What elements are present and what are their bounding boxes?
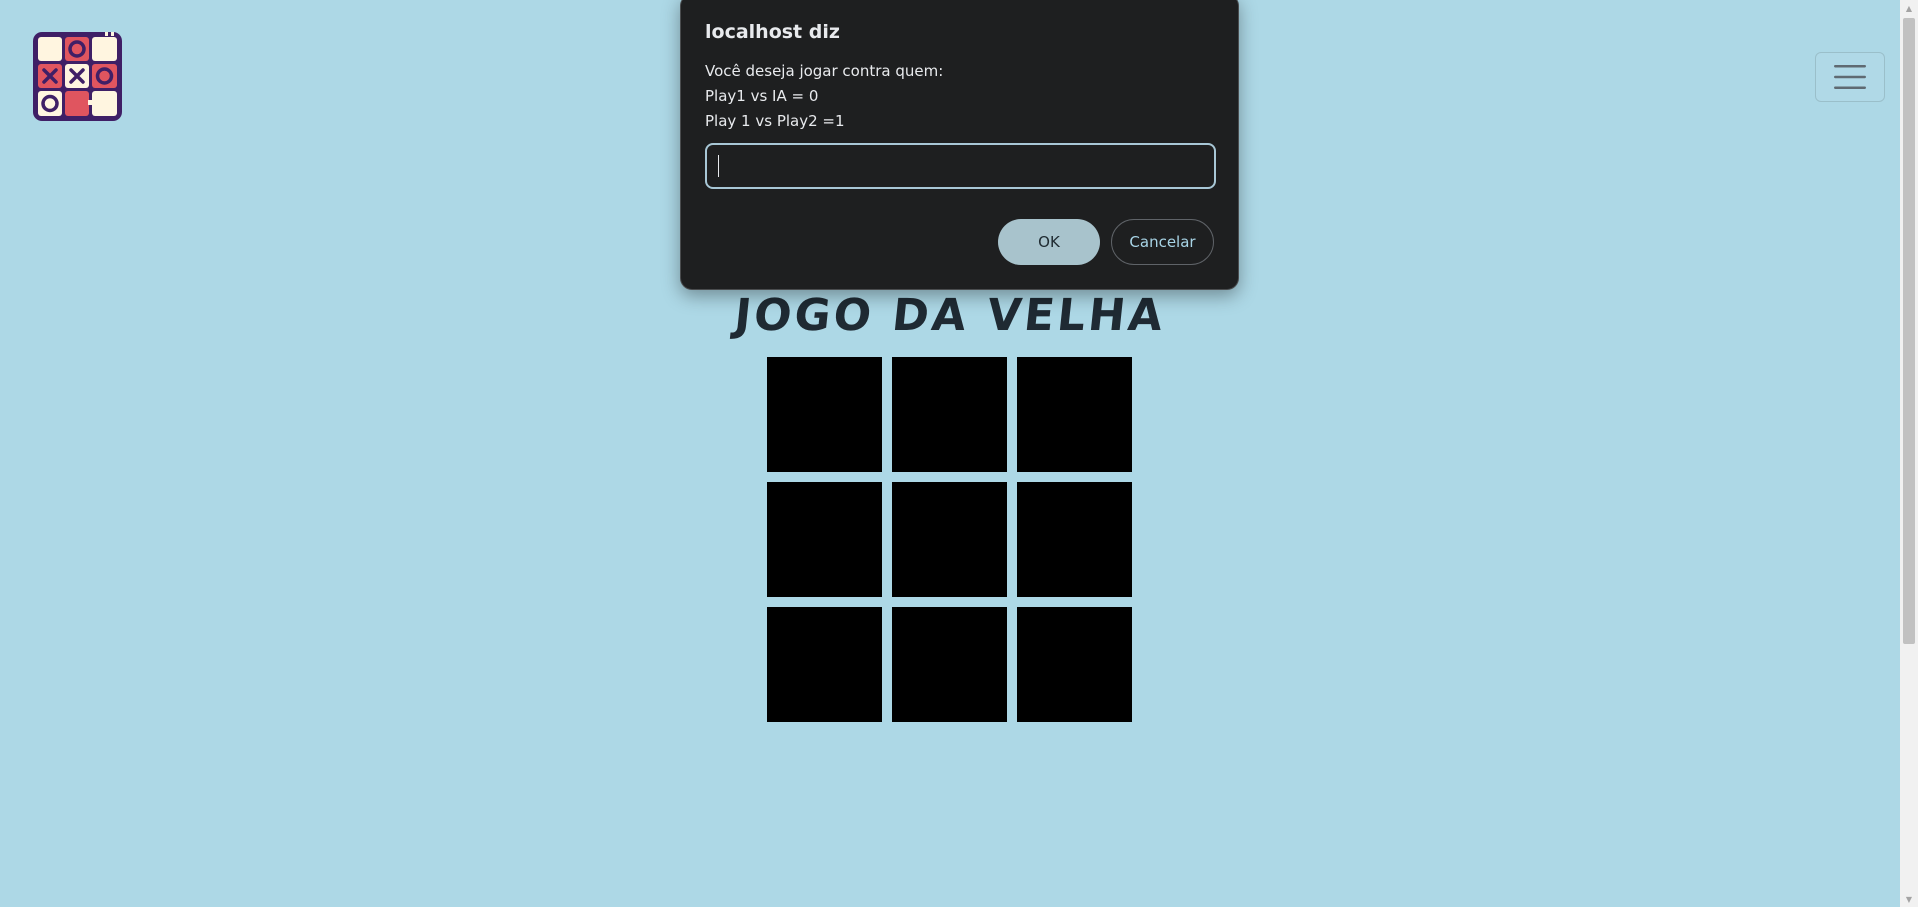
navbar-toggle-button[interactable] [1815,52,1885,102]
dialog-message-line: Play1 vs IA = 0 [705,87,819,105]
game-board [767,357,1132,722]
board-cell-7[interactable] [767,607,882,722]
board-cell-9[interactable] [1017,607,1132,722]
dialog-message-line: Você deseja jogar contra quem: [705,62,944,80]
board-cell-3[interactable] [1017,357,1132,472]
dialog-message-line: Play 1 vs Play2 =1 [705,112,845,130]
dialog-message: Você deseja jogar contra quem: Play1 vs … [705,59,943,134]
ok-button[interactable]: OK [998,219,1100,265]
page: JOGO DA VELHA ▲ ▼ localhost diz Você des… [0,0,1918,907]
text-caret [718,155,719,177]
board-cell-2[interactable] [892,357,1007,472]
scroll-down-arrow-icon[interactable]: ▼ [1900,891,1918,907]
board-cell-8[interactable] [892,607,1007,722]
board-cell-5[interactable] [892,482,1007,597]
vertical-scrollbar[interactable]: ▲ ▼ [1900,0,1918,907]
prompt-input[interactable] [705,143,1216,189]
scrollbar-thumb[interactable] [1903,18,1915,644]
board-cell-4[interactable] [767,482,882,597]
scroll-up-arrow-icon[interactable]: ▲ [1900,0,1918,16]
hamburger-menu-icon [1834,64,1866,90]
board-cell-6[interactable] [1017,482,1132,597]
board-cell-1[interactable] [767,357,882,472]
cancel-button[interactable]: Cancelar [1111,219,1214,265]
prompt-dialog: localhost diz Você deseja jogar contra q… [680,0,1239,290]
tic-tac-toe-logo-icon[interactable] [31,30,124,123]
game-title: JOGO DA VELHA [732,290,1168,341]
dialog-title: localhost diz [705,21,840,43]
